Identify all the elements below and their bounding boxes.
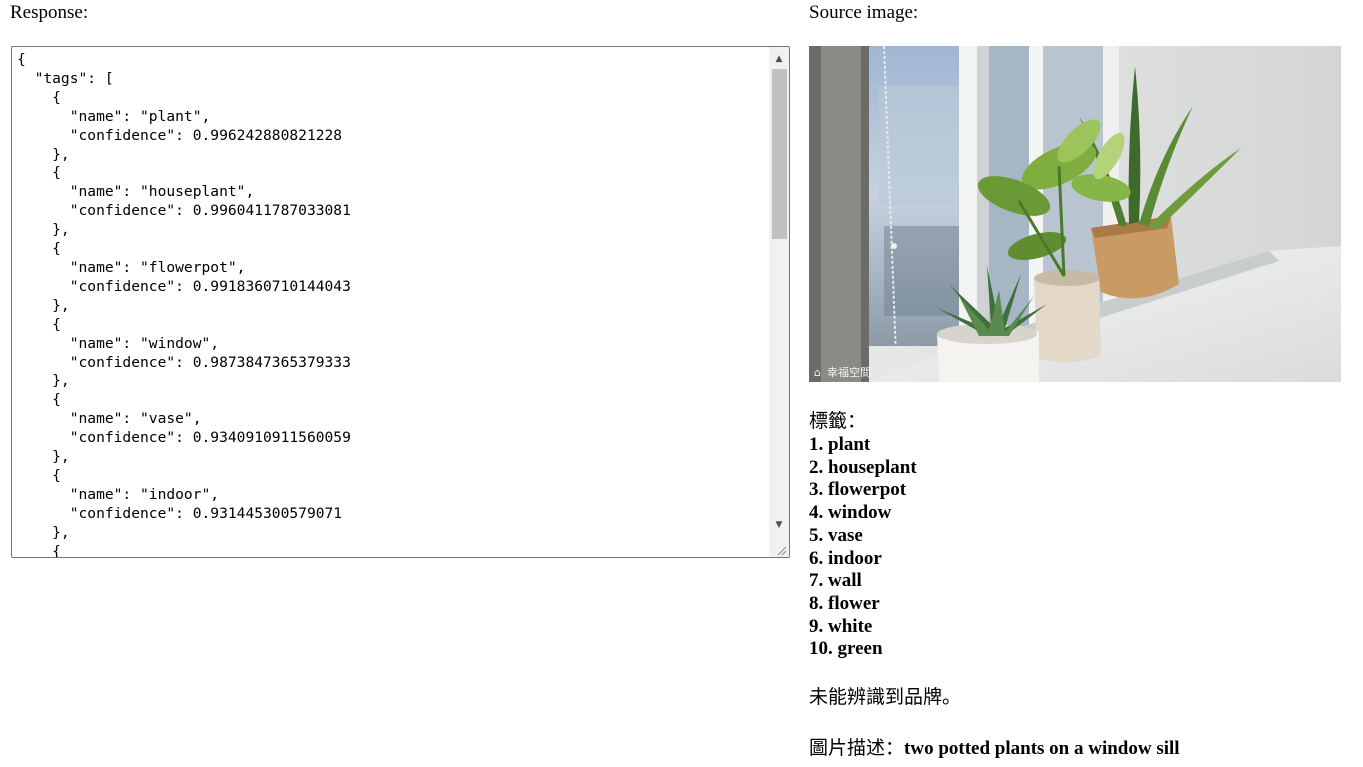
tag-item: 9. white <box>809 615 873 637</box>
response-label: Response: <box>10 2 89 23</box>
response-column: Response: { "tags": [ { "name": "plant",… <box>10 0 790 558</box>
tag-item: 8. flower <box>809 592 880 614</box>
tags-heading: 標籤： <box>809 410 867 432</box>
tag-item: 2. houseplant <box>809 456 917 478</box>
tag-item: 3. flowerpot <box>809 479 907 501</box>
svg-text:⌂: ⌂ <box>814 366 821 379</box>
vertical-scrollbar[interactable]: ▲ ▼ <box>769 47 789 557</box>
tag-item: 10. green <box>809 638 883 660</box>
tag-item: 6. indoor <box>809 547 882 569</box>
resize-grip-icon[interactable] <box>775 543 787 556</box>
response-textarea[interactable]: { "tags": [ { "name": "plant", "confiden… <box>11 46 790 558</box>
tag-item: 4. window <box>809 502 892 524</box>
source-image: ⌂ 幸福空間 <box>809 46 1341 382</box>
image-watermark: 幸福空間 <box>827 365 871 379</box>
caption-label: 圖片描述： <box>809 737 905 759</box>
source-label: Source image: <box>809 2 919 23</box>
tag-item: 7. wall <box>809 570 862 592</box>
tag-item: 1. plant <box>809 434 871 455</box>
tag-item: 5. vase <box>809 524 863 546</box>
scroll-up-arrow-icon[interactable]: ▲ <box>769 49 789 69</box>
tag-list: 1. plant 2. houseplant 3. flowerpot 4. w… <box>809 434 1349 661</box>
tag-section: 標籤： 1. plant 2. houseplant 3. flowerpot … <box>809 408 1349 661</box>
brand-result-text: 未能辨識到品牌。 <box>809 686 962 708</box>
scrollbar-thumb[interactable] <box>772 69 787 239</box>
caption-text: two potted plants on a window sill <box>904 738 1180 759</box>
source-column: Source image: ⌂ 幸福空間 標籤： 1. plant 2. hou… <box>809 0 1349 759</box>
response-json-text[interactable]: { "tags": [ { "name": "plant", "confiden… <box>17 51 767 557</box>
scroll-down-arrow-icon[interactable]: ▼ <box>769 515 789 535</box>
image-caption: 圖片描述：two potted plants on a window sill <box>809 735 1180 762</box>
